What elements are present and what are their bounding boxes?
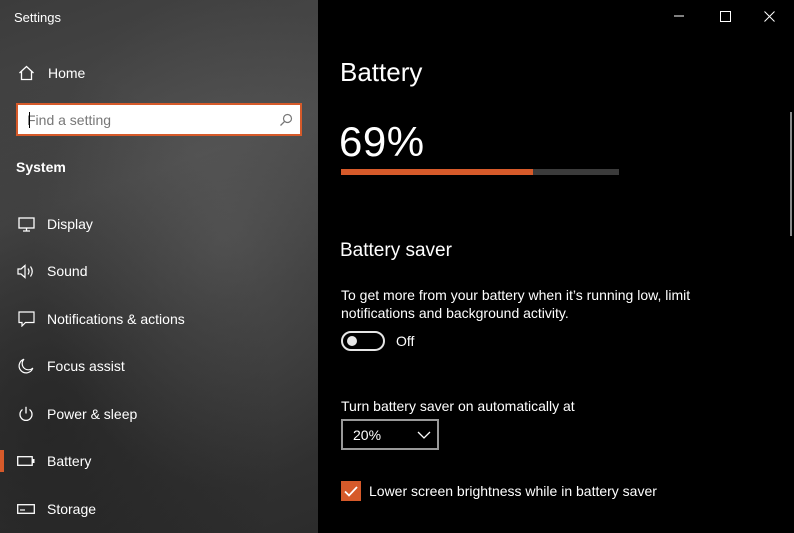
sidebar-item-label: Display <box>47 216 93 232</box>
storage-icon <box>16 500 36 518</box>
main-panel: Battery 69% Battery saver To get more fr… <box>318 0 794 533</box>
maximize-button[interactable] <box>702 0 748 32</box>
sidebar-item-home[interactable]: Home <box>0 58 318 88</box>
sidebar-item-notifications[interactable]: Notifications & actions <box>0 301 318 337</box>
chevron-down-icon <box>417 431 431 439</box>
home-label: Home <box>48 65 86 81</box>
toggle-knob <box>347 336 357 346</box>
sidebar-item-label: Storage <box>47 501 97 517</box>
notification-icon <box>16 310 36 328</box>
battery-saver-heading: Battery saver <box>340 240 452 261</box>
battery-level-fill <box>341 169 533 175</box>
toggle-state-label: Off <box>396 333 415 349</box>
monitor-icon <box>16 215 36 233</box>
battery-saver-toggle[interactable] <box>341 331 385 351</box>
lower-brightness-checkbox[interactable] <box>341 481 361 501</box>
sidebar-item-focus-assist[interactable]: Focus assist <box>0 348 318 384</box>
maximize-icon <box>719 10 731 22</box>
page-title: Battery <box>340 57 423 87</box>
battery-percentage: 69% <box>339 118 425 165</box>
battery-icon <box>16 452 36 470</box>
auto-threshold-dropdown[interactable]: 20% <box>341 419 439 450</box>
home-icon <box>17 64 35 82</box>
power-icon <box>16 405 36 423</box>
battery-saver-description: To get more from your battery when it’s … <box>341 287 691 321</box>
close-icon <box>763 10 775 22</box>
sidebar-item-display[interactable]: Display <box>0 206 318 242</box>
dropdown-value: 20% <box>353 426 382 443</box>
sidebar-item-sound[interactable]: Sound <box>0 253 318 289</box>
sidebar-item-label: Focus assist <box>47 358 125 374</box>
minimize-icon <box>674 15 684 17</box>
checkmark-icon <box>344 485 358 497</box>
sidebar-item-power-sleep[interactable]: Power & sleep <box>0 396 318 432</box>
sidebar-item-label: Power & sleep <box>47 406 138 422</box>
sidebar-item-label: Battery <box>47 453 92 469</box>
search-icon[interactable] <box>272 105 300 134</box>
sidebar-item-label: Notifications & actions <box>47 311 185 327</box>
close-button[interactable] <box>746 0 792 32</box>
lower-brightness-label: Lower screen brightness while in battery… <box>369 483 657 499</box>
sidebar: Settings Home System Display Sound Notif… <box>0 0 318 533</box>
search-input[interactable] <box>18 105 272 134</box>
battery-level-bar <box>341 169 619 175</box>
text-cursor <box>29 112 30 128</box>
section-title: System <box>16 159 66 175</box>
app-title: Settings <box>14 10 61 25</box>
sidebar-item-label: Sound <box>47 263 88 279</box>
minimize-button[interactable] <box>656 0 702 32</box>
sidebar-item-battery[interactable]: Battery <box>0 443 318 479</box>
moon-icon <box>16 357 36 375</box>
search-box[interactable] <box>16 103 302 136</box>
sidebar-item-storage[interactable]: Storage <box>0 491 318 527</box>
scrollbar[interactable] <box>790 112 792 236</box>
speaker-icon <box>16 262 36 280</box>
auto-threshold-label: Turn battery saver on automatically at <box>341 398 575 414</box>
